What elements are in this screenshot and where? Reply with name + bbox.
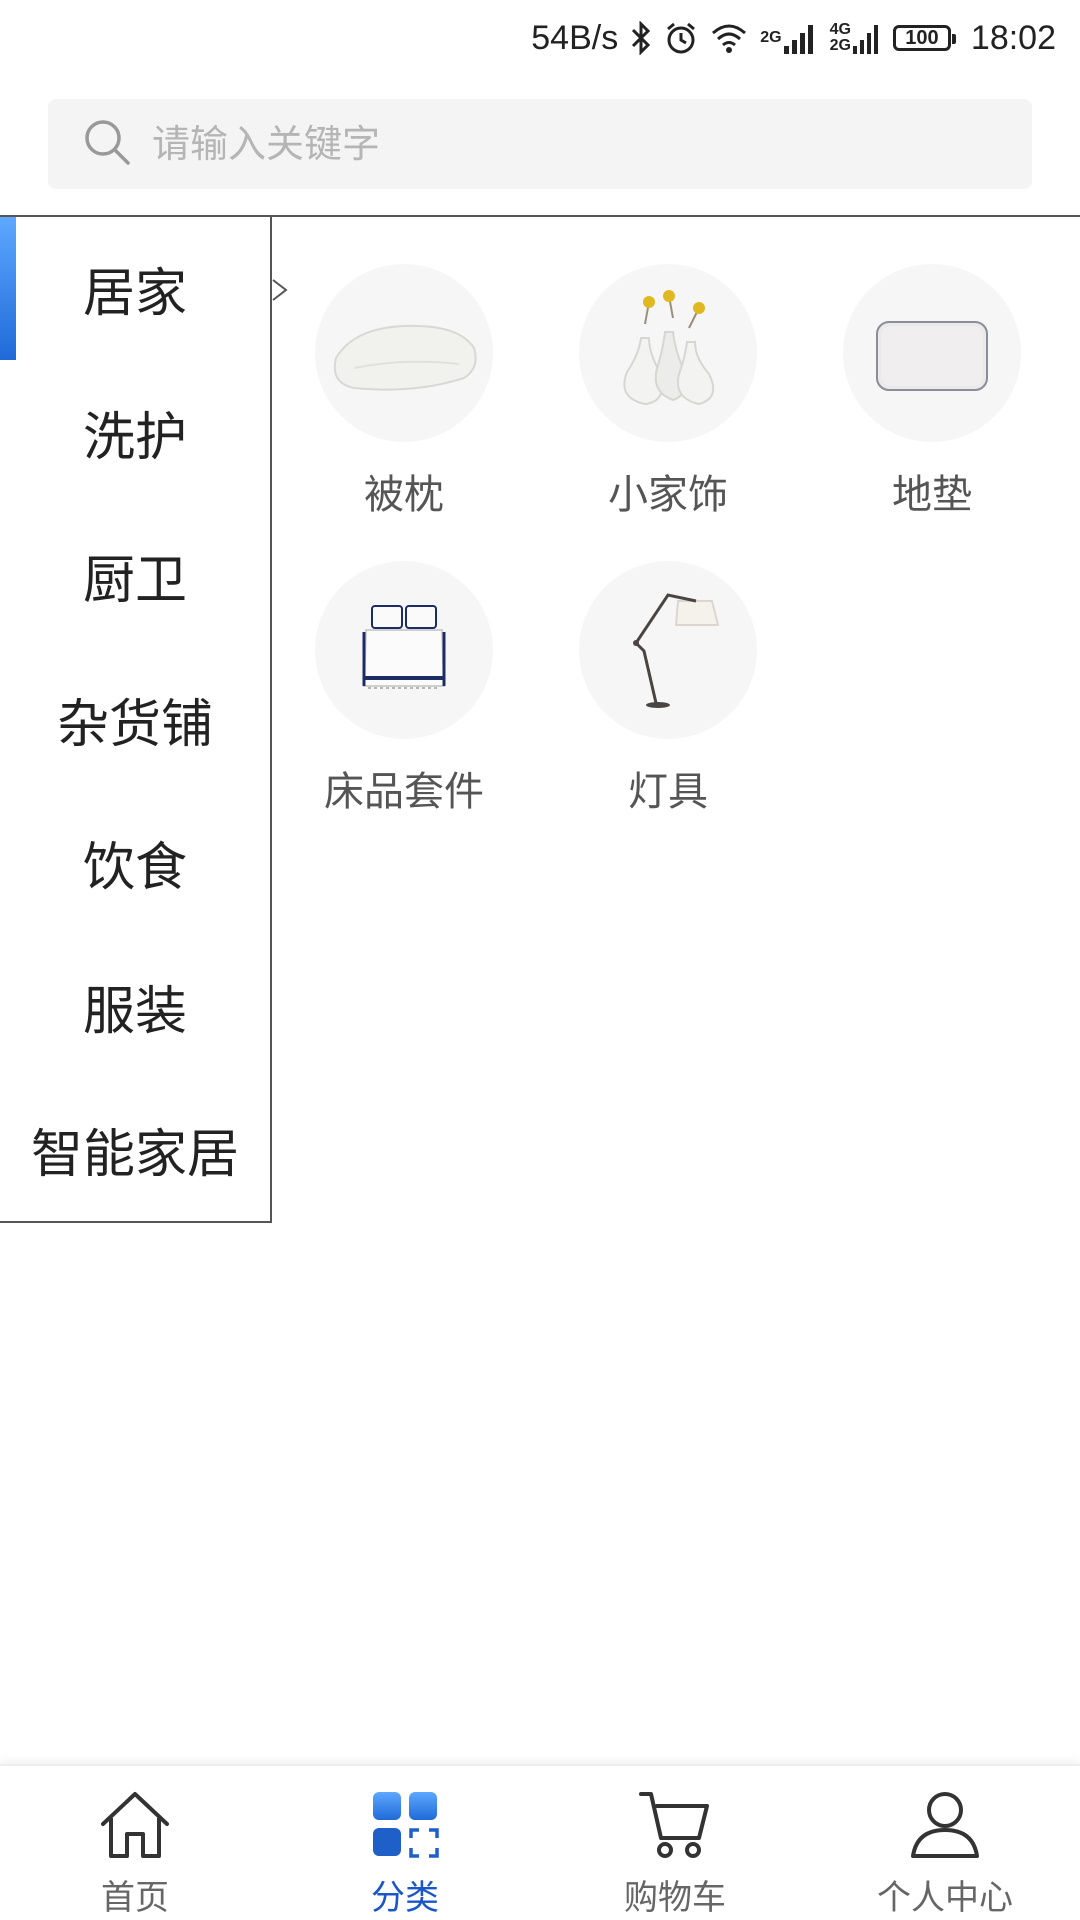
status-bar: 54B/s 2G 4G 2G 100 18:02: [0, 0, 1080, 76]
clock: 18:02: [970, 18, 1056, 57]
category-sidebar: 居家 洗护 厨卫 杂货铺 饮食 服装 智能家居: [0, 217, 272, 1223]
bottom-nav: 首页 分类 购物车 个人中心: [0, 1764, 1080, 1920]
sidebar-item-label: 厨卫: [82, 551, 187, 612]
net-speed: 54B/s: [531, 18, 619, 57]
category-pillow[interactable]: 被枕: [272, 264, 536, 520]
category-label: 灯具: [628, 769, 708, 815]
sidebar-item-label: 智能家居: [30, 1125, 239, 1186]
battery-level: 100: [892, 25, 956, 51]
net-4g-label: 4G: [829, 21, 851, 38]
category-label: 小家饰: [608, 472, 728, 518]
net-2g-label: 2G: [760, 29, 782, 46]
nav-home[interactable]: 首页: [0, 1766, 270, 1920]
category-home-decor[interactable]: 小家饰: [536, 264, 800, 520]
sidebar-item-label: 居家: [82, 264, 187, 325]
sidebar-item-label: 洗护: [82, 407, 187, 468]
nav-profile[interactable]: 个人中心: [810, 1766, 1080, 1920]
sidebar-item-food[interactable]: 饮食: [0, 791, 270, 935]
app-root: 54B/s 2G 4G 2G 100 18:02 请输入关键字 居家 洗护 厨卫…: [0, 0, 1080, 1920]
floor-lamp-image: [579, 561, 757, 739]
pillow-image: [315, 264, 493, 442]
nav-category[interactable]: 分类: [270, 1766, 540, 1920]
nav-home-label: 首页: [101, 1878, 169, 1918]
nav-profile-label: 个人中心: [877, 1878, 1013, 1918]
nav-cart[interactable]: 购物车: [540, 1766, 810, 1920]
user-icon: [907, 1786, 983, 1866]
category-lamps[interactable]: 灯具: [536, 561, 800, 817]
nav-cart-label: 购物车: [624, 1878, 726, 1918]
alarm-icon: [664, 21, 698, 55]
category-bedding-set[interactable]: 床品套件: [272, 561, 536, 817]
sidebar-item-kitchen-bath[interactable]: 厨卫: [0, 504, 270, 648]
sidebar-item-groceries[interactable]: 杂货铺: [0, 648, 270, 792]
nav-category-label: 分类: [371, 1878, 439, 1918]
sidebar-item-home-living[interactable]: 居家: [0, 217, 270, 361]
battery-icon: 100: [892, 25, 956, 51]
home-icon: [97, 1786, 173, 1866]
floor-mat-image: [843, 264, 1021, 442]
bedding-set-image: [315, 561, 493, 739]
category-grid-icon: [367, 1786, 443, 1866]
vases-image: [579, 264, 757, 442]
sidebar-item-label: 饮食: [82, 838, 187, 899]
category-label: 床品套件: [324, 769, 484, 815]
signal-2g: 2G: [760, 22, 817, 54]
cart-icon: [637, 1786, 713, 1866]
bluetooth-icon: [630, 21, 652, 55]
net-2g-b-label: 2G: [829, 37, 851, 54]
search-input[interactable]: [150, 98, 1032, 190]
category-label: 被枕: [364, 472, 444, 518]
sidebar-item-label: 服装: [82, 981, 187, 1042]
sidebar-item-care[interactable]: 洗护: [0, 361, 270, 505]
signal-4g: 4G 2G: [830, 22, 881, 54]
search-icon: [82, 117, 132, 171]
search-bar[interactable]: [48, 98, 1032, 190]
sidebar-item-label: 杂货铺: [56, 694, 213, 755]
wifi-icon: [710, 22, 748, 54]
category-label: 地垫: [892, 472, 972, 518]
sidebar-item-clothing[interactable]: 服装: [0, 935, 270, 1079]
category-floor-mat[interactable]: 地垫: [800, 264, 1064, 520]
sidebar-item-smart-home[interactable]: 智能家居: [0, 1078, 270, 1222]
